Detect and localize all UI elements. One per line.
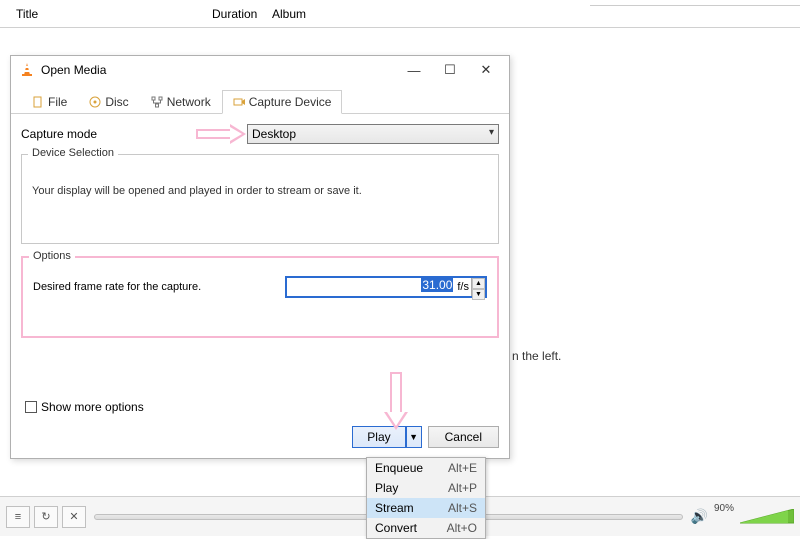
show-more-label: Show more options — [41, 400, 144, 414]
loop-button[interactable]: ↻ — [34, 506, 58, 528]
maximize-button[interactable]: ☐ — [439, 59, 461, 81]
capture-mode-select[interactable]: Desktop — [247, 124, 499, 144]
tab-disc-label: Disc — [105, 95, 128, 109]
tab-file-label: File — [48, 95, 67, 109]
minimize-button[interactable]: — — [403, 59, 425, 81]
fps-row: Desired frame rate for the capture. 31.0… — [33, 276, 487, 298]
tab-capture-label: Capture Device — [249, 95, 332, 109]
vlc-cone-icon — [19, 62, 35, 78]
menu-item-enqueue[interactable]: Enqueue Alt+E — [367, 458, 485, 478]
device-selection-message: Your display will be opened and played i… — [32, 185, 488, 197]
playlist-controls: ≡ ↻ ✕ — [6, 506, 86, 528]
tab-network-label: Network — [167, 95, 211, 109]
capture-icon — [233, 96, 245, 108]
menu-item-convert[interactable]: Convert Alt+O — [367, 518, 485, 538]
tab-capture-device[interactable]: Capture Device — [222, 90, 343, 114]
device-selection-legend: Device Selection — [28, 147, 118, 159]
playlist-toggle-button[interactable]: ≡ — [6, 506, 30, 528]
options-fieldset: Options Desired frame rate for the captu… — [21, 256, 499, 338]
cancel-button[interactable]: Cancel — [428, 426, 499, 448]
col-album[interactable]: Album — [262, 3, 316, 25]
fps-input[interactable]: 31.00 — [287, 278, 455, 296]
col-duration[interactable]: Duration — [202, 3, 262, 25]
options-legend: Options — [29, 250, 75, 262]
tab-file[interactable]: File — [21, 90, 78, 114]
dialog-buttons: Play ▼ Cancel — [352, 426, 499, 448]
volume-label: 90% — [714, 503, 734, 514]
network-icon — [151, 96, 163, 108]
volume-slider[interactable] — [740, 509, 794, 525]
menu-item-play[interactable]: Play Alt+P — [367, 478, 485, 498]
fps-input-wrapper: 31.00 f/s ▲▼ — [285, 276, 487, 298]
file-icon — [32, 96, 44, 108]
dialog-body: Capture mode Desktop Device Selection Yo… — [11, 114, 509, 338]
dialog-titlebar[interactable]: Open Media — ☐ ✕ — [11, 56, 509, 84]
shuffle-button[interactable]: ✕ — [62, 506, 86, 528]
play-dropdown-button[interactable]: ▼ — [406, 426, 422, 448]
device-selection-fieldset: Device Selection Your display will be op… — [21, 154, 499, 244]
menu-item-stream[interactable]: Stream Alt+S — [367, 498, 485, 518]
tab-network[interactable]: Network — [140, 90, 222, 114]
speaker-icon[interactable]: 🔊 — [691, 508, 708, 525]
open-media-dialog: Open Media — ☐ ✕ File Disc Network Captu… — [10, 55, 510, 459]
annotation-arrow-play — [384, 372, 408, 430]
dialog-title: Open Media — [41, 63, 106, 77]
disc-icon — [89, 96, 101, 108]
background-hint-text: n the left. — [512, 349, 561, 363]
col-title[interactable]: Title — [6, 3, 202, 25]
volume-area: 🔊 90% — [691, 508, 794, 525]
fps-label: Desired frame rate for the capture. — [33, 281, 285, 293]
play-dropdown-menu: Enqueue Alt+E Play Alt+P Stream Alt+S Co… — [366, 457, 486, 539]
playlist-header: Title Duration Album — [0, 0, 800, 28]
capture-mode-row: Capture mode Desktop — [21, 124, 499, 144]
fps-unit: f/s — [455, 281, 471, 293]
annotation-arrow-capture-mode — [196, 125, 246, 143]
capture-mode-value: Desktop — [252, 127, 296, 141]
fps-spinner[interactable]: ▲▼ — [471, 278, 485, 296]
show-more-options-row[interactable]: Show more options — [25, 400, 144, 414]
tab-disc[interactable]: Disc — [78, 90, 139, 114]
close-button[interactable]: ✕ — [475, 59, 497, 81]
show-more-checkbox[interactable] — [25, 401, 37, 413]
dialog-tabs: File Disc Network Capture Device — [11, 84, 509, 114]
